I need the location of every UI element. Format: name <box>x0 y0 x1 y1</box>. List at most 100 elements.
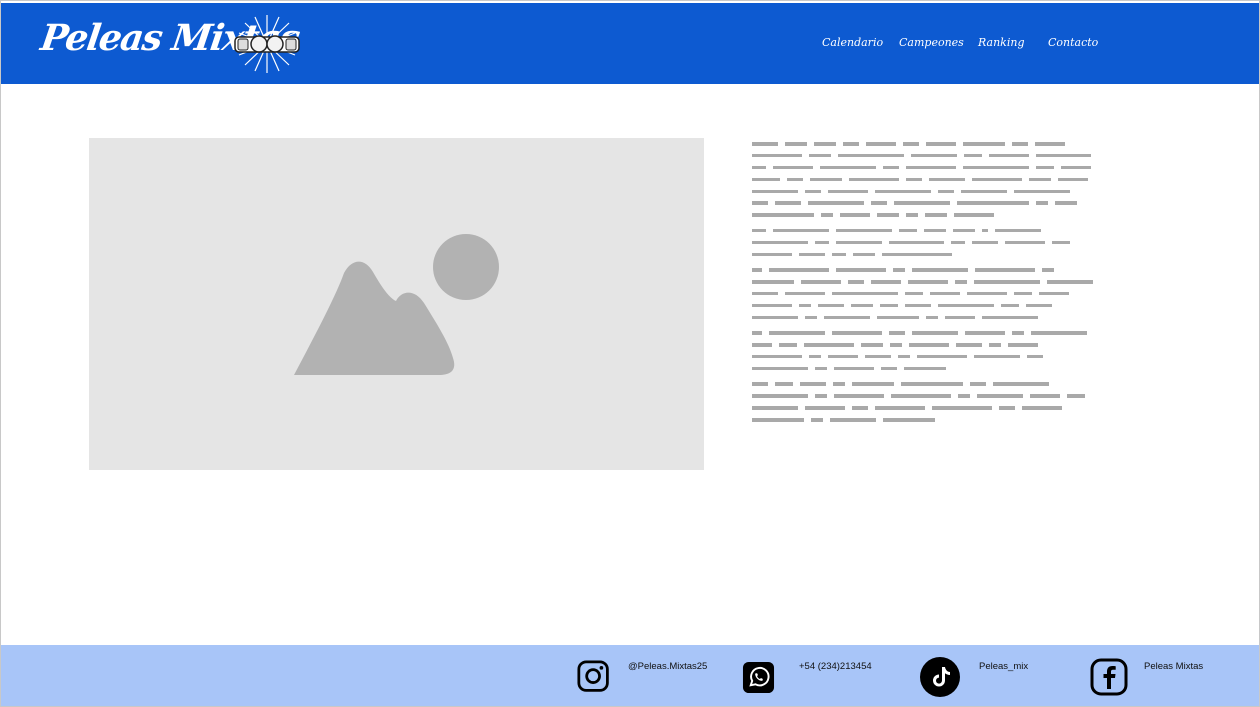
placeholder-word <box>800 382 826 386</box>
nav-link-calendario[interactable]: Calendario <box>822 36 883 49</box>
placeholder-word <box>769 331 825 335</box>
placeholder-word <box>932 406 992 410</box>
placeholder-word <box>905 291 923 296</box>
placeholder-word <box>972 240 998 245</box>
placeholder-word <box>773 165 813 170</box>
placeholder-word <box>814 142 836 146</box>
placeholder-word <box>894 201 950 205</box>
instagram-handle[interactable]: @Peleas.Mixtas25 <box>628 661 707 672</box>
placeholder-word <box>989 343 1001 347</box>
placeholder-word <box>926 142 956 146</box>
placeholder-text-line <box>752 165 1132 170</box>
placeholder-word <box>977 394 1023 398</box>
placeholder-word <box>875 189 931 194</box>
placeholder-text-line <box>752 213 1132 217</box>
placeholder-text-line <box>752 201 1132 205</box>
placeholder-word <box>752 252 792 257</box>
placeholder-word <box>824 315 870 320</box>
placeholder-word <box>752 382 768 386</box>
placeholder-word <box>881 366 897 371</box>
whatsapp-link[interactable] <box>742 657 775 697</box>
placeholder-word <box>961 189 1007 194</box>
placeholder-text-line <box>752 189 1132 194</box>
placeholder-word <box>752 240 808 245</box>
placeholder-word <box>954 213 994 217</box>
placeholder-word <box>875 406 925 410</box>
placeholder-text-line <box>752 366 1132 371</box>
placeholder-word <box>805 406 845 410</box>
placeholder-word <box>1029 177 1051 182</box>
placeholder-word <box>970 382 986 386</box>
placeholder-word <box>811 418 823 422</box>
placeholder-word <box>877 213 899 217</box>
placeholder-word <box>883 418 935 422</box>
whatsapp-number[interactable]: +54 (234)213454 <box>799 661 872 672</box>
placeholder-word <box>848 280 864 284</box>
lorem-text-block <box>752 142 1132 434</box>
placeholder-word <box>898 354 910 359</box>
placeholder-word <box>752 343 772 347</box>
placeholder-word <box>775 201 801 205</box>
tiktok-handle[interactable]: Peleas_mix <box>979 661 1028 672</box>
placeholder-text-line <box>752 354 1132 359</box>
placeholder-text-line <box>752 291 1132 296</box>
placeholder-word <box>938 189 954 194</box>
nav-link-contacto[interactable]: Contacto <box>1048 36 1098 49</box>
placeholder-word <box>1036 153 1091 158</box>
placeholder-word <box>1047 280 1093 284</box>
placeholder-word <box>1035 142 1065 146</box>
placeholder-word <box>752 213 814 217</box>
placeholder-word <box>963 142 1005 146</box>
placeholder-word <box>832 252 846 257</box>
placeholder-word <box>890 343 902 347</box>
facebook-link[interactable] <box>1090 657 1128 697</box>
placeholder-word <box>836 268 886 272</box>
placeholder-word <box>787 177 803 182</box>
placeholder-word <box>1058 177 1088 182</box>
placeholder-word <box>903 142 919 146</box>
nav-link-ranking[interactable]: Ranking <box>978 36 1025 49</box>
placeholder-word <box>815 366 827 371</box>
placeholder-word <box>799 252 825 257</box>
tiktok-link[interactable] <box>920 657 960 697</box>
placeholder-word <box>906 213 918 217</box>
nav-link-campeones[interactable]: Campeones <box>899 36 964 49</box>
boxing-gloves-emblem-icon <box>234 15 300 73</box>
placeholder-word <box>752 331 762 335</box>
placeholder-word <box>951 240 965 245</box>
placeholder-word <box>752 280 794 284</box>
placeholder-word <box>832 291 898 296</box>
placeholder-word <box>752 228 766 233</box>
instagram-link[interactable] <box>577 657 612 697</box>
placeholder-word <box>818 303 844 308</box>
placeholder-word <box>769 268 829 272</box>
placeholder-word <box>901 382 963 386</box>
placeholder-word <box>752 394 808 398</box>
placeholder-word <box>1022 406 1062 410</box>
placeholder-text-line <box>752 343 1132 347</box>
placeholder-word <box>785 291 825 296</box>
placeholder-word <box>1012 142 1028 146</box>
placeholder-word <box>828 354 858 359</box>
placeholder-word <box>836 228 892 233</box>
placeholder-word <box>815 240 829 245</box>
placeholder-word <box>752 418 804 422</box>
whatsapp-icon <box>742 661 775 693</box>
placeholder-word <box>1067 394 1085 398</box>
facebook-name[interactable]: Peleas Mixtas <box>1144 661 1203 672</box>
placeholder-word <box>909 343 949 347</box>
placeholder-text-line <box>752 268 1132 272</box>
placeholder-word <box>908 280 948 284</box>
placeholder-word <box>840 213 870 217</box>
placeholder-word <box>963 165 1029 170</box>
placeholder-text-line <box>752 303 1132 308</box>
placeholder-word <box>1012 331 1024 335</box>
placeholder-word <box>926 315 938 320</box>
placeholder-word <box>930 291 960 296</box>
placeholder-word <box>993 382 1049 386</box>
placeholder-text-line <box>752 382 1132 386</box>
facebook-icon <box>1090 658 1128 696</box>
placeholder-word <box>975 268 1035 272</box>
placeholder-word <box>801 280 841 284</box>
placeholder-word <box>1042 268 1054 272</box>
